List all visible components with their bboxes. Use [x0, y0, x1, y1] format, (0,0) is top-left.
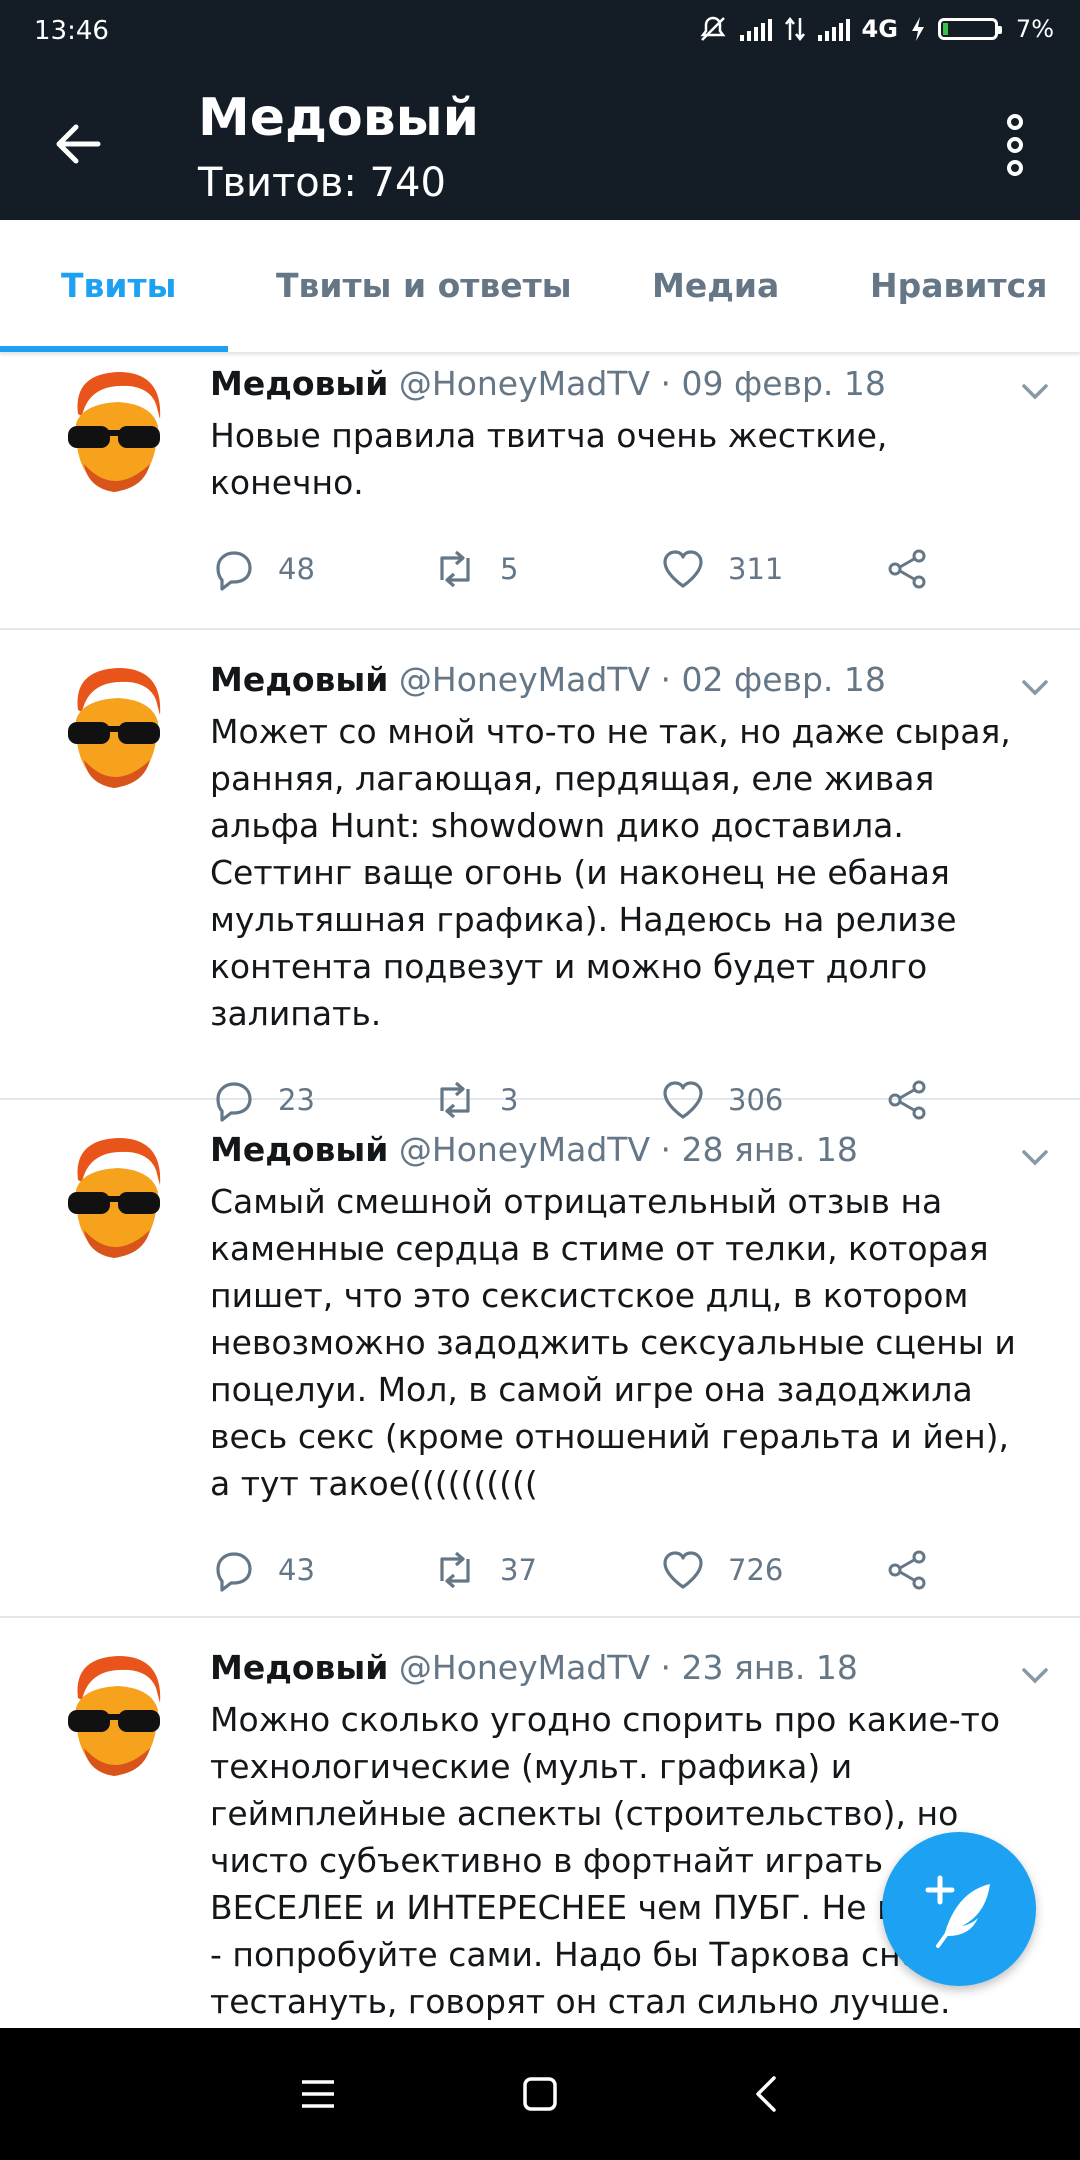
avatar[interactable] — [48, 364, 182, 498]
tweet-header: Медовый @HoneyMadTV · 28 янв. 18 — [210, 1128, 1020, 1172]
author-handle[interactable]: @HoneyMadTV — [399, 364, 650, 403]
tab-tweets-and-replies[interactable]: Твиты и ответы — [276, 266, 572, 305]
status-bar: 13:46 4G 7% — [0, 0, 1080, 66]
reply-icon — [216, 551, 252, 591]
menu-icon[interactable] — [294, 2070, 342, 2118]
author-handle[interactable]: @HoneyMadTV — [399, 1130, 650, 1169]
tweet[interactable]: Медовый @HoneyMadTV · 09 февр. 18 Новые … — [0, 352, 1080, 630]
author-name[interactable]: Медовый — [210, 1130, 388, 1169]
tweet-actions: 48 5 311 — [210, 536, 1020, 626]
tweet[interactable]: Медовый @HoneyMadTV · 02 февр. 18 Может … — [0, 630, 1080, 1122]
share-icon — [888, 1550, 926, 1590]
back-icon[interactable] — [744, 2070, 792, 2118]
chevron-down-icon[interactable] — [1018, 374, 1052, 408]
tweet-actions: 43 37 726 — [210, 1537, 1020, 1627]
heart-icon — [663, 1551, 703, 1589]
signal-icon-2 — [817, 17, 850, 41]
author-name[interactable]: Медовый — [210, 364, 388, 403]
charging-icon — [911, 17, 924, 41]
like-button[interactable]: 726 — [660, 1547, 783, 1593]
compose-feather-icon — [925, 1875, 990, 1948]
system-nav-bar — [0, 2028, 1080, 2160]
tweet-header: Медовый @HoneyMadTV · 02 февр. 18 — [210, 658, 1020, 702]
author-handle[interactable]: @HoneyMadTV — [399, 1648, 650, 1687]
reply-button[interactable]: 43 — [210, 1547, 315, 1593]
tab-tweets[interactable]: Твиты — [61, 266, 176, 305]
author-handle[interactable]: @HoneyMadTV — [399, 660, 650, 699]
retweet-count: 5 — [500, 552, 519, 586]
home-icon[interactable] — [516, 2070, 564, 2118]
avatar[interactable] — [48, 1648, 182, 1782]
chevron-down-icon[interactable] — [1018, 1140, 1052, 1174]
tab-media[interactable]: Медиа — [652, 266, 779, 305]
tweet-date: · 09 февр. 18 — [660, 364, 886, 403]
retweet-icon — [440, 1551, 470, 1589]
avatar[interactable] — [48, 1130, 182, 1264]
retweet-button[interactable]: 37 — [432, 1547, 537, 1593]
battery-level: 7% — [1015, 15, 1054, 43]
overflow-menu-icon[interactable] — [1000, 112, 1030, 178]
reply-count: 48 — [278, 552, 315, 586]
reply-icon — [216, 1552, 252, 1592]
tweet-feed[interactable]: Медовый @HoneyMadTV · 09 февр. 18 Новые … — [0, 352, 1080, 2028]
profile-title: Медовый — [198, 88, 480, 148]
like-button[interactable]: 311 — [660, 546, 783, 592]
data-transfer-icon — [784, 16, 805, 42]
retweet-button[interactable]: 5 — [432, 546, 518, 592]
app-bar: Медовый Твитов: 740 — [0, 66, 1080, 220]
reply-button[interactable]: 48 — [210, 546, 315, 592]
retweet-count: 37 — [500, 1553, 537, 1587]
author-name[interactable]: Медовый — [210, 1648, 388, 1687]
network-type: 4G — [861, 15, 898, 43]
retweet-icon — [440, 550, 470, 588]
heart-icon — [663, 550, 703, 588]
battery-icon — [937, 18, 1002, 40]
tweet-count: Твитов: 740 — [198, 160, 446, 206]
reply-count: 43 — [278, 1553, 315, 1587]
compose-tweet-button[interactable] — [882, 1832, 1036, 1986]
tweet-text: Новые правила твитча очень жесткие, коне… — [210, 416, 888, 502]
chevron-down-icon[interactable] — [1018, 670, 1052, 704]
tab-likes[interactable]: Нравится — [870, 266, 1047, 305]
tweet-date: · 02 февр. 18 — [660, 660, 886, 699]
like-count: 311 — [728, 552, 784, 586]
tweet-header: Медовый @HoneyMadTV · 23 янв. 18 — [210, 1646, 1020, 1690]
avatar[interactable] — [48, 660, 182, 794]
like-count: 726 — [728, 1553, 784, 1587]
tweet-header: Медовый @HoneyMadTV · 09 февр. 18 — [210, 362, 1020, 406]
share-button[interactable] — [884, 1547, 930, 1593]
back-arrow-icon[interactable] — [48, 114, 108, 174]
author-name[interactable]: Медовый — [210, 660, 388, 699]
tweet-text: Может со мной что-то не так, но даже сыр… — [210, 712, 1011, 1033]
share-button[interactable] — [884, 546, 930, 592]
share-icon — [888, 549, 926, 589]
status-time: 13:46 — [34, 16, 109, 46]
tweet-date: · 23 янв. 18 — [660, 1648, 858, 1687]
mute-icon — [700, 16, 726, 41]
chevron-down-icon[interactable] — [1018, 1658, 1052, 1692]
profile-tabs: Твиты Твиты и ответы Медиа Нравится — [0, 220, 1080, 353]
tweet-text: Самый смешной отрицательный отзыв на кам… — [210, 1182, 1016, 1503]
tweet-date: · 28 янв. 18 — [660, 1130, 858, 1169]
tweet[interactable]: Медовый @HoneyMadTV · 28 янв. 18 Самый с… — [0, 1100, 1080, 1618]
signal-icon — [739, 17, 772, 41]
